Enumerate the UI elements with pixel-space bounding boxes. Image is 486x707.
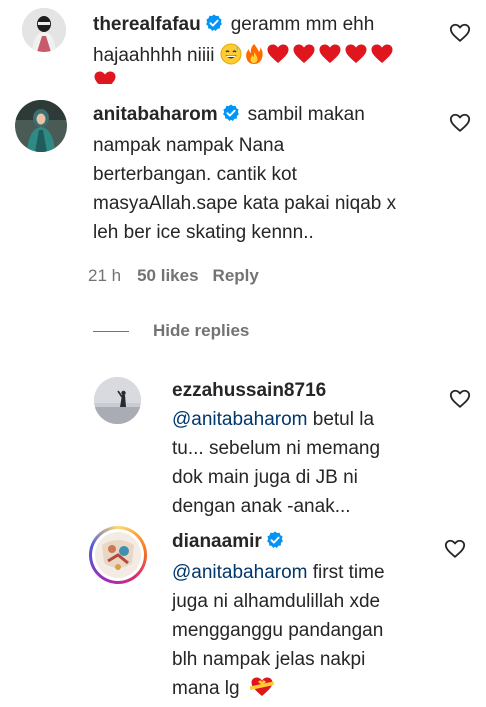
comment-meta: 21 h 50 likes Reply bbox=[88, 266, 273, 286]
username[interactable]: ezzahussain8716 bbox=[172, 380, 326, 401]
verified-badge-icon bbox=[222, 102, 240, 131]
reply-line-2: tu... sebelum ni memang bbox=[172, 438, 381, 459]
verified-badge-icon bbox=[205, 12, 223, 41]
avatar-dianaamir bbox=[92, 529, 144, 581]
reply-text-ezzahussain8716: ezzahussain8716 @anitabaharom betul la t… bbox=[172, 376, 432, 521]
comment-line-1: geramm mm ehh bbox=[230, 14, 375, 35]
comment-line-5: leh ber ice skating kennn.. bbox=[93, 222, 314, 243]
comment-line-2: hajaahhhh niiii bbox=[93, 45, 215, 66]
reply-line-4: dengan anak -anak... bbox=[172, 496, 351, 517]
comment-line-1: sambil makan bbox=[247, 104, 365, 125]
reply-text-dianaamir: dianaamir @anitabaharom first time juga … bbox=[172, 527, 434, 707]
heart-emoji-icon bbox=[344, 43, 368, 74]
reply-line-1: betul la bbox=[307, 409, 375, 430]
heart-emoji-icon bbox=[292, 43, 316, 74]
like-heart-icon[interactable] bbox=[449, 388, 471, 410]
reply-line-1: first time bbox=[307, 562, 385, 583]
like-heart-icon[interactable] bbox=[449, 22, 471, 44]
reply-line-4: blh nampak jelas nakpi bbox=[172, 649, 366, 670]
reply-line-3: dok main juga di JB ni bbox=[172, 467, 358, 488]
heart-emoji-icon bbox=[93, 70, 117, 84]
comment-line-4: masyaAllah.sape kata pakai niqab x bbox=[93, 193, 397, 214]
replies-divider-line bbox=[93, 331, 129, 332]
avatar-therealfafau[interactable] bbox=[22, 8, 66, 52]
username[interactable]: dianaamir bbox=[172, 531, 262, 552]
avatar-anitabaharom[interactable] bbox=[15, 100, 67, 152]
hide-replies-button[interactable]: Hide replies bbox=[153, 321, 249, 341]
username[interactable]: therealfafau bbox=[93, 14, 201, 35]
username[interactable]: anitabaharom bbox=[93, 104, 218, 125]
avatar-dianaamir-story-ring[interactable] bbox=[89, 526, 147, 584]
reply-button[interactable]: Reply bbox=[213, 266, 259, 285]
reply-line-3: mengganggu pandangan bbox=[172, 620, 384, 641]
grinning-sweat-emoji-icon bbox=[220, 43, 242, 74]
comment-line-2: nampak nampak Nana bbox=[93, 135, 285, 156]
comment-time: 21 h bbox=[88, 266, 122, 285]
verified-badge-icon bbox=[266, 529, 284, 558]
reply-line-2: juga ni alhamdulillah xde bbox=[172, 591, 381, 612]
comment-line-3: berterbangan. cantik kot bbox=[93, 164, 297, 185]
heart-emoji-icon bbox=[318, 43, 342, 74]
heart-with-ribbon-emoji-icon bbox=[249, 676, 275, 707]
comment-text-therealfafau: therealfafau geramm mm ehh hajaahhhh niii… bbox=[93, 10, 423, 84]
like-heart-icon[interactable] bbox=[444, 538, 466, 560]
heart-emoji-icon bbox=[370, 43, 394, 74]
reply-line-5: mana lg bbox=[172, 678, 240, 699]
emoji-row bbox=[220, 43, 396, 66]
heart-emoji-icon bbox=[266, 43, 290, 74]
avatar-ezzahussain8716[interactable] bbox=[94, 377, 141, 424]
comment-text-anitabaharom: anitabaharom sambil makan nampak nampak N… bbox=[93, 100, 428, 247]
mention-link[interactable]: @anitabaharom bbox=[172, 562, 307, 583]
likes-count-link[interactable]: 50 likes bbox=[137, 266, 198, 285]
mention-link[interactable]: @anitabaharom bbox=[172, 409, 307, 430]
like-heart-icon[interactable] bbox=[449, 112, 471, 134]
fire-emoji-icon bbox=[244, 43, 264, 74]
